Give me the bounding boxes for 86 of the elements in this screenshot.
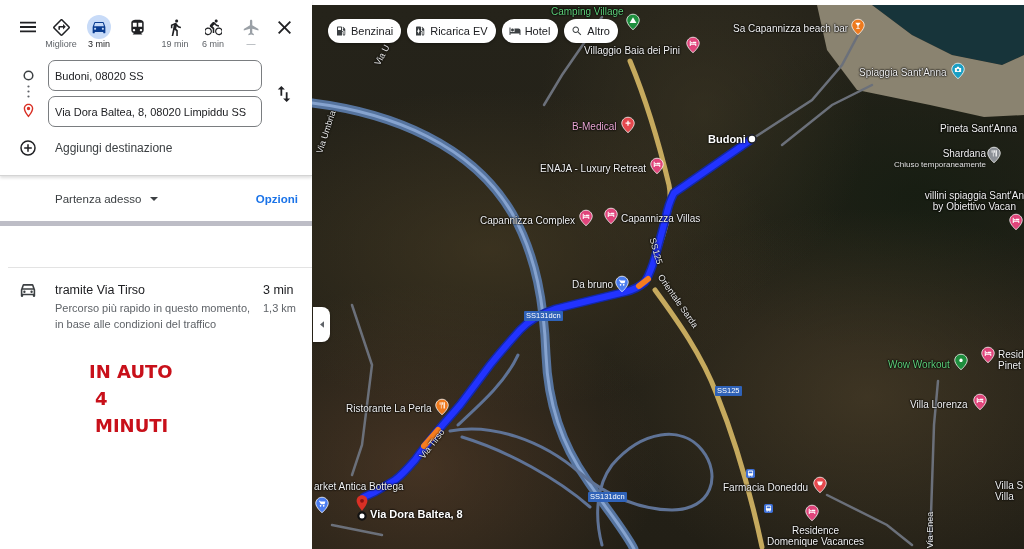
cyclist-icon xyxy=(204,18,222,36)
menu-icon xyxy=(20,19,36,35)
bed-pin-icon[interactable] xyxy=(973,393,987,411)
plus-circle-icon xyxy=(20,140,36,156)
cross-pin-icon[interactable] xyxy=(621,116,635,134)
cocktail-pin-icon[interactable] xyxy=(851,18,865,36)
fuel-pump-icon xyxy=(335,25,347,37)
place-label: Ristorante La Perla xyxy=(346,403,432,415)
travel-mode-tab[interactable]: Migliore xyxy=(42,15,80,49)
bed-pin-icon[interactable] xyxy=(579,209,593,227)
cart-pin-icon[interactable] xyxy=(615,275,629,293)
destination-label: Via Dora Baltea, 8 xyxy=(370,508,463,521)
camera-pin-icon[interactable] xyxy=(951,62,965,80)
place-label: Spiaggia Sant'Anna xyxy=(859,67,947,79)
place-label: Camping Village xyxy=(551,6,624,18)
bed-pin-icon[interactable] xyxy=(981,346,995,364)
airplane-icon xyxy=(242,18,260,36)
location-pin-icon xyxy=(22,103,34,118)
place-label: Pineta Sant'Anna xyxy=(940,123,1017,135)
mortar-pin-icon[interactable] xyxy=(813,476,827,494)
bus-stop-icon[interactable] xyxy=(764,504,773,513)
annotation-text: 4 xyxy=(95,387,108,411)
collapse-panel-button[interactable] xyxy=(313,307,330,342)
car-icon xyxy=(20,283,36,298)
caret-left-icon xyxy=(319,321,324,328)
street-name: Via U xyxy=(372,43,392,67)
bus-stop-icon[interactable] xyxy=(746,469,755,478)
street-name: SS125 xyxy=(647,236,665,266)
search-icon xyxy=(571,25,584,37)
origin-field[interactable]: Budoni, 08020 SS xyxy=(48,60,262,91)
route-description: Percorso più rapido in questo momento, in base alle condizioni del traffico xyxy=(55,301,252,332)
destination-field[interactable]: Via Dora Baltea, 8, 08020 Limpiddu SS xyxy=(48,96,262,127)
place-label: villini spiaggia Sant'An by Obiettivo Vacan xyxy=(924,190,1024,212)
bed-pin-icon[interactable] xyxy=(805,504,819,522)
place-label: Shardana xyxy=(942,148,986,160)
options-link[interactable]: Opzioni xyxy=(255,188,298,210)
travel-mode-tab[interactable]: 19 min xyxy=(156,15,194,49)
close-icon xyxy=(277,20,291,34)
annotation-text: IN AUTO xyxy=(89,360,173,384)
place-label: Wow Workout xyxy=(888,359,950,371)
caret-down-icon xyxy=(150,197,159,201)
route-title[interactable]: tramite Via Tirso xyxy=(55,283,146,298)
car-icon xyxy=(87,15,111,39)
travel-mode-tab[interactable]: 6 min xyxy=(194,15,232,49)
place-label: Sa Capannizza beach bar xyxy=(733,23,849,35)
origin-label: Budoni xyxy=(708,133,746,146)
origin-circle-icon xyxy=(22,70,34,81)
cart-pin-icon[interactable] xyxy=(315,496,329,514)
street-name: Via Umbria xyxy=(314,109,338,155)
circle-marker-icon[interactable] xyxy=(747,134,757,144)
fork-knife-pin-icon[interactable] xyxy=(987,146,1001,164)
travel-mode-tab[interactable]: 3 min xyxy=(80,15,118,49)
diamond-arrow-icon xyxy=(52,18,70,36)
fork-knife-pin-icon[interactable] xyxy=(435,398,449,416)
place-label: Residence Domenique Vacances xyxy=(767,525,865,547)
annotation-text: MINUTI xyxy=(95,414,169,438)
category-chip[interactable]: Hotel xyxy=(501,19,559,43)
ring-marker-icon[interactable] xyxy=(357,511,367,521)
tent-pin-icon[interactable] xyxy=(626,13,640,31)
place-label: Villaggio Baia dei Pini xyxy=(584,45,680,57)
departure-time-dropdown[interactable]: Partenza adesso xyxy=(55,188,159,210)
place-label: Villa S Villa xyxy=(995,480,1024,502)
bed-icon xyxy=(508,25,521,37)
bed-pin-icon[interactable] xyxy=(686,36,700,54)
street-name: Via Enea xyxy=(925,511,935,549)
place-label: Villa Lorenza xyxy=(910,399,968,411)
local-street xyxy=(330,523,384,537)
bed-pin-icon[interactable] xyxy=(650,157,664,175)
ev-charger-icon xyxy=(414,25,427,37)
bed-pin-icon[interactable] xyxy=(1009,213,1023,231)
place-label: B-Medical xyxy=(572,121,617,133)
place-label: ENAJA - Luxury Retreat xyxy=(540,163,647,175)
category-chip[interactable]: Benzinai xyxy=(328,19,402,43)
route-distance: 1,3 km xyxy=(263,301,296,316)
category-chip[interactable]: Ricarica EV xyxy=(407,19,496,43)
bed-pin-icon[interactable] xyxy=(604,207,618,225)
place-label: Da bruno xyxy=(572,279,614,291)
swap-arrows-icon xyxy=(276,85,292,102)
place-label: Resid Pinet xyxy=(998,349,1024,371)
add-destination-button[interactable]: Aggiungi destinazione xyxy=(20,136,173,160)
status-note: Chiuso temporaneamente xyxy=(893,160,986,169)
category-chip[interactable]: Altro xyxy=(564,19,618,43)
dot-pin-icon[interactable] xyxy=(954,353,968,371)
dotted-line-icon xyxy=(26,85,30,98)
train-icon xyxy=(128,18,146,36)
route-duration: 3 min xyxy=(263,283,294,298)
